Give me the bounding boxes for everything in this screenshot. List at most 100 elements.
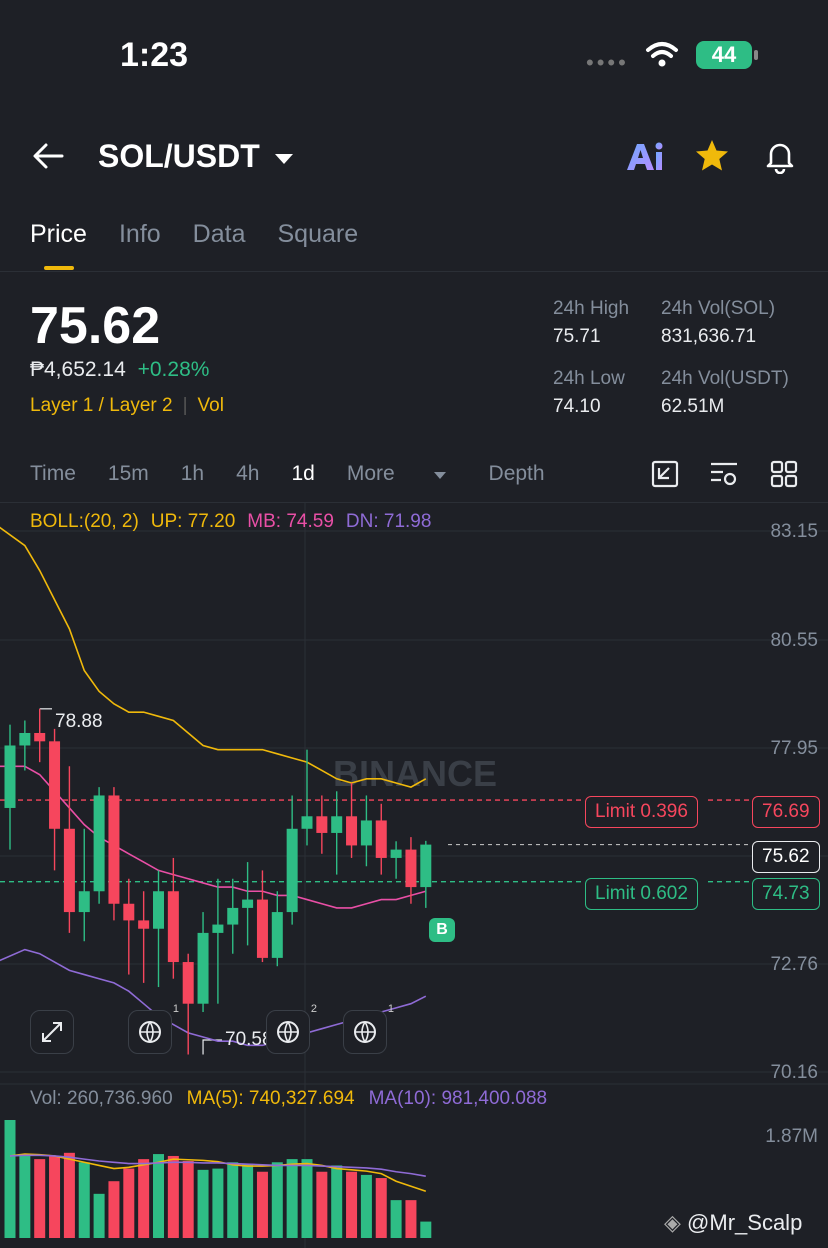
candle-body bbox=[49, 741, 61, 829]
price-axis-label: 77.95 bbox=[770, 738, 818, 759]
candle bbox=[93, 787, 105, 904]
caret-down-icon bbox=[274, 153, 293, 164]
bell-icon[interactable] bbox=[762, 138, 798, 174]
candle-body bbox=[390, 849, 402, 858]
current-price-tag: 75.62 bbox=[752, 841, 820, 873]
candle bbox=[242, 862, 254, 946]
stat-vol-sol-value: 831,636.71 bbox=[661, 326, 757, 347]
badge-count: 2 bbox=[310, 1003, 317, 1015]
candle bbox=[19, 720, 31, 771]
volume-bar bbox=[138, 1159, 150, 1238]
candle-body bbox=[93, 795, 105, 892]
battery-level: 44 bbox=[711, 42, 737, 67]
globe-chart-icon bbox=[354, 1021, 376, 1043]
stat-high: 24h High 75.71 bbox=[553, 298, 629, 348]
ai-icon[interactable] bbox=[624, 138, 668, 176]
candle bbox=[212, 878, 224, 1004]
buy-limit-price[interactable]: 74.73 bbox=[752, 878, 820, 910]
tag-separator: | bbox=[182, 395, 188, 416]
chart-settings-icon[interactable] bbox=[709, 460, 739, 488]
boll-name: BOLL:(20, 2) bbox=[30, 511, 139, 532]
volume-bar bbox=[346, 1171, 358, 1238]
news-marker-button[interactable]: 1 bbox=[128, 1003, 179, 1054]
volume-bar bbox=[301, 1159, 313, 1238]
last-price: 75.62 bbox=[30, 297, 161, 355]
volume-bar bbox=[78, 1162, 90, 1238]
candle-body bbox=[331, 816, 343, 833]
layout-grid-icon[interactable] bbox=[770, 460, 798, 488]
volume-bar bbox=[153, 1154, 164, 1238]
chart-fullscreen-icon[interactable] bbox=[651, 460, 679, 488]
candle-body bbox=[123, 903, 135, 921]
news-marker-button[interactable]: 1 bbox=[343, 1003, 394, 1054]
candle-body bbox=[256, 899, 268, 958]
candle bbox=[182, 953, 194, 1055]
candle bbox=[420, 840, 432, 908]
interval-depth[interactable]: Depth bbox=[489, 462, 545, 486]
candle-body bbox=[34, 732, 46, 742]
candle bbox=[331, 791, 343, 875]
stat-high-label: 24h High bbox=[553, 298, 630, 319]
tab-info[interactable]: Info bbox=[119, 220, 161, 249]
price-change: +0.28% bbox=[137, 358, 210, 381]
volume-bar bbox=[390, 1200, 402, 1238]
price-axis-label: 72.76 bbox=[770, 954, 818, 975]
sell-limit-order[interactable]: Limit 0.396 bbox=[585, 796, 698, 828]
interval-15m[interactable]: 15m bbox=[108, 462, 149, 486]
tab-data[interactable]: Data bbox=[193, 220, 246, 249]
stat-vol-usdt: 24h Vol(USDT) 62.51M bbox=[661, 368, 789, 418]
interval-time[interactable]: Time bbox=[30, 462, 76, 486]
volume-bar bbox=[331, 1165, 343, 1238]
candle-body bbox=[316, 816, 328, 833]
active-tab-indicator bbox=[44, 266, 74, 270]
favorite-star-icon[interactable] bbox=[694, 138, 730, 174]
buy-limit-order[interactable]: Limit 0.602 bbox=[585, 878, 698, 910]
vol-ma10: MA(10): 981,400.088 bbox=[368, 1088, 548, 1109]
interval-1d[interactable]: 1d bbox=[291, 462, 314, 486]
volume-bar bbox=[123, 1168, 135, 1238]
expand-button[interactable] bbox=[30, 1010, 74, 1054]
interval-more[interactable]: More bbox=[347, 462, 447, 486]
author-name: @Mr_Scalp bbox=[687, 1210, 803, 1235]
back-arrow-icon[interactable] bbox=[30, 140, 66, 172]
tab-price[interactable]: Price bbox=[30, 220, 87, 249]
candle-body bbox=[153, 891, 164, 929]
author-credit: ◈ @Mr_Scalp bbox=[664, 1210, 802, 1236]
main-tabs: Price Info Data Square bbox=[30, 220, 358, 249]
sell-limit-price[interactable]: 76.69 bbox=[752, 796, 820, 828]
candle-body bbox=[78, 891, 90, 913]
volume-bar bbox=[49, 1155, 61, 1238]
volume-bar bbox=[316, 1171, 328, 1238]
interval-4h[interactable]: 4h bbox=[236, 462, 259, 486]
badge-count: 1 bbox=[387, 1003, 394, 1015]
stat-low: 24h Low 74.10 bbox=[553, 368, 625, 418]
stat-low-label: 24h Low bbox=[553, 368, 625, 389]
globe-chart-icon bbox=[139, 1021, 161, 1043]
volume-bar bbox=[286, 1159, 298, 1238]
volume-bar bbox=[242, 1163, 254, 1238]
candle-body bbox=[19, 732, 31, 746]
boll-mb: MB: 74.59 bbox=[247, 511, 334, 532]
tab-square[interactable]: Square bbox=[277, 220, 358, 249]
candlestick-chart[interactable]: BINANCE bbox=[0, 503, 828, 1248]
volume-bar bbox=[420, 1221, 432, 1238]
buy-marker[interactable]: B bbox=[429, 918, 455, 942]
news-marker-button[interactable]: 2 bbox=[266, 1003, 317, 1054]
globe-chart-icon bbox=[277, 1021, 299, 1043]
stat-high-value: 75.71 bbox=[553, 326, 601, 347]
battery-icon: 44 bbox=[696, 41, 758, 69]
boll-legend: BOLL:(20, 2) UP: 77.20 MB: 74.59 DN: 71.… bbox=[30, 511, 431, 533]
tag-vol[interactable]: Vol bbox=[198, 395, 224, 416]
pair-selector[interactable]: SOL/USDT bbox=[98, 138, 295, 175]
binance-logo-icon: ◈ bbox=[664, 1210, 681, 1235]
interval-more-label: More bbox=[346, 462, 395, 485]
candle-body bbox=[375, 820, 387, 858]
pair-title: SOL/USDT bbox=[98, 138, 260, 174]
candle bbox=[153, 870, 164, 988]
candle-body bbox=[182, 962, 194, 1004]
candle-body bbox=[286, 828, 298, 913]
interval-1h[interactable]: 1h bbox=[181, 462, 204, 486]
volume-legend: Vol: 260,736.960 MA(5): 740,327.694 MA(1… bbox=[30, 1088, 547, 1110]
volume-bar bbox=[212, 1168, 224, 1238]
tag-layer[interactable]: Layer 1 / Layer 2 bbox=[30, 395, 173, 416]
